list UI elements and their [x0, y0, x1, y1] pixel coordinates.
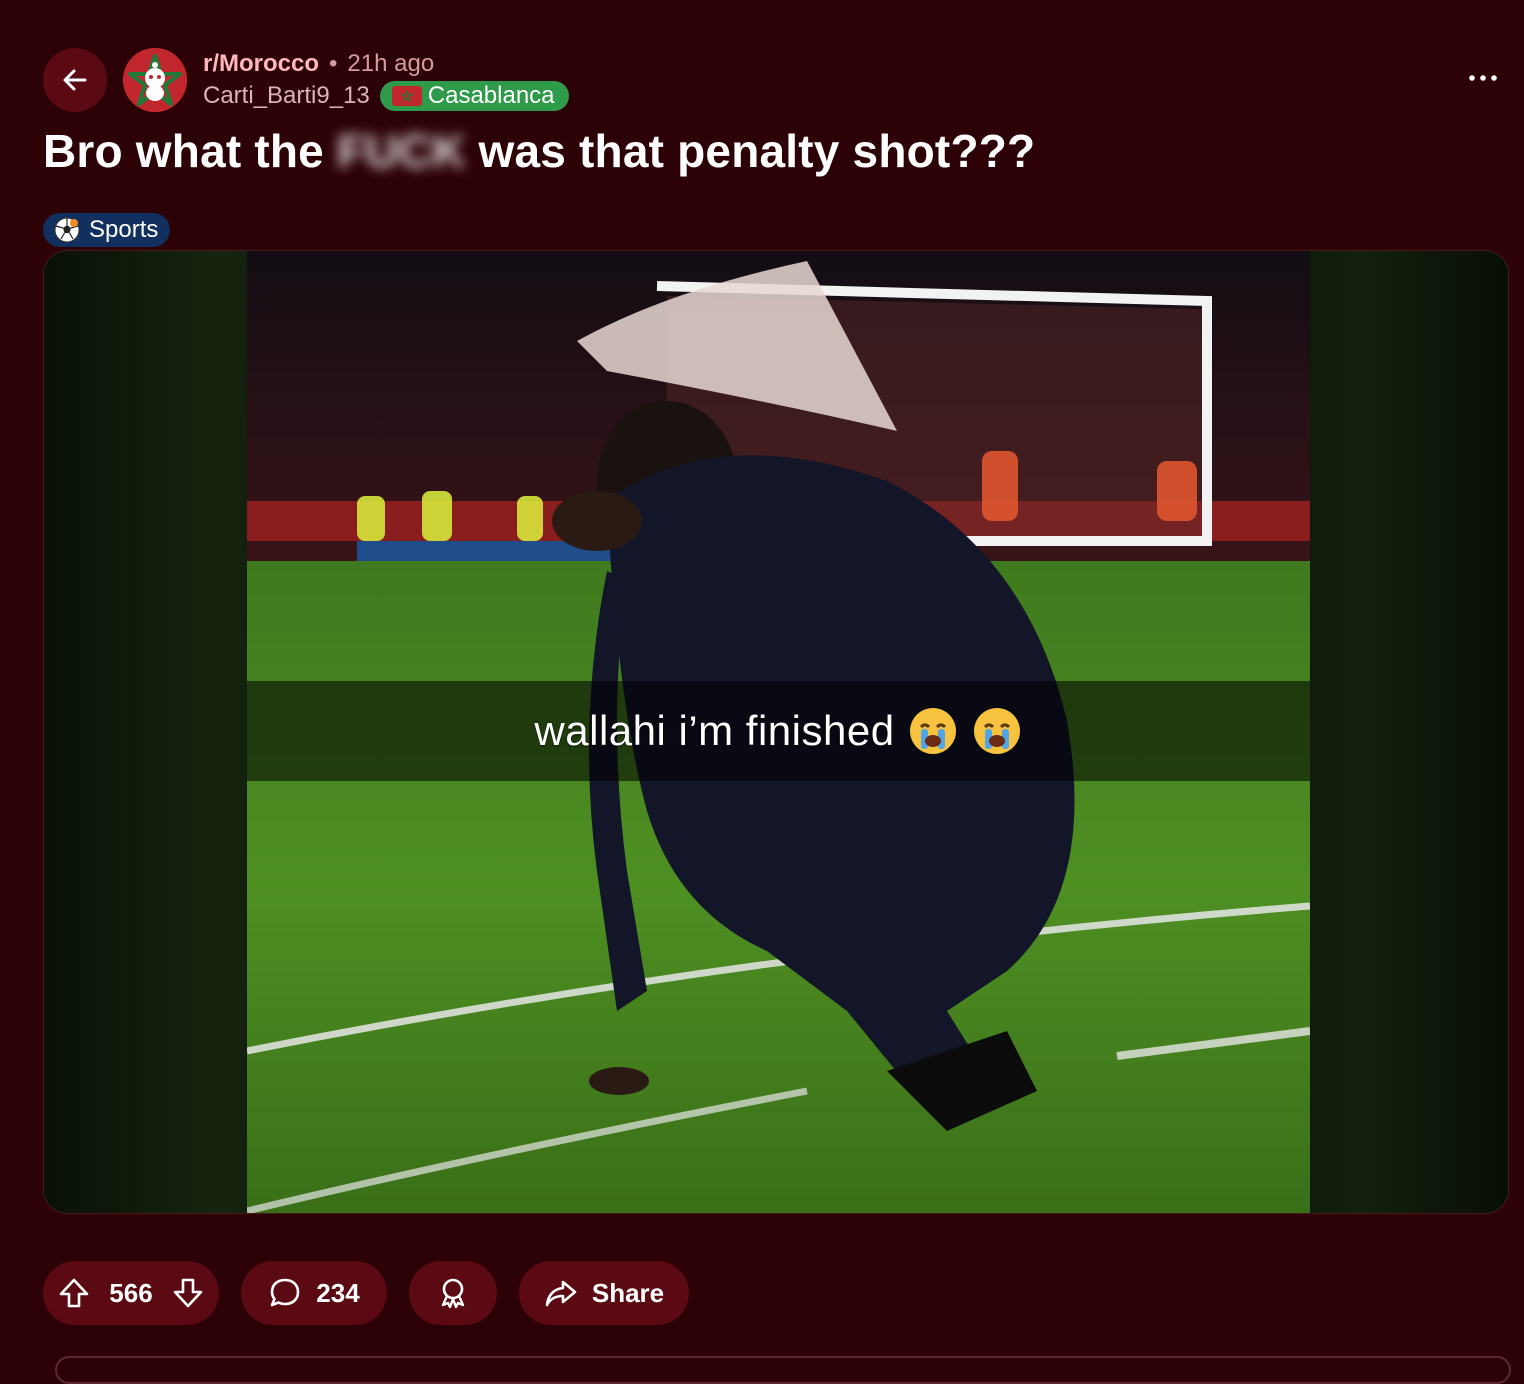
meta-separator: • [329, 50, 338, 77]
crying-face-icon-2 [973, 708, 1020, 754]
title-start: Bro what the [43, 125, 324, 177]
comments-button[interactable]: 234 [241, 1261, 387, 1325]
arrow-down-icon [173, 1278, 203, 1308]
user-flair: Casablanca [379, 81, 569, 111]
image-caption: wallahi i’m finished [534, 707, 895, 754]
vote-count: 566 [109, 1277, 153, 1308]
post-header: r/Morocco • 21h ago Carti_Barti9_13 Casa… [43, 46, 1503, 116]
downvote-button[interactable] [171, 1276, 205, 1310]
subreddit-link[interactable]: r/Morocco [203, 50, 319, 78]
post-meta-bottom: Carti_Barti9_13 Casablanca [203, 81, 569, 111]
post-flair-label: Sports [89, 216, 159, 243]
comment-box-edge[interactable] [55, 1356, 1511, 1384]
post-meta-top: r/Morocco • 21h ago [203, 50, 434, 78]
award-button[interactable] [409, 1261, 497, 1325]
post-title[interactable]: Bro what the FUCK was that penalty shot?… [43, 123, 1035, 179]
title-censored-word: FUCK [336, 125, 466, 177]
subreddit-avatar[interactable] [123, 48, 187, 112]
ellipsis-icon [1469, 75, 1497, 81]
arrow-left-icon [63, 69, 87, 91]
vote-controls: 566 [43, 1261, 219, 1325]
speech-bubble-icon [270, 1278, 300, 1307]
comment-count: 234 [316, 1277, 360, 1308]
share-arrow-icon [545, 1280, 577, 1307]
morocco-flag-icon [391, 86, 422, 106]
post-time: 21h ago [347, 50, 435, 77]
share-label: Share [591, 1277, 665, 1308]
image-caption-band: wallahi i’m finished [247, 681, 1310, 781]
user-flair-label: Casablanca [427, 82, 555, 109]
morocco-star-icon [123, 48, 187, 112]
title-end: was that penalty shot??? [478, 125, 1036, 177]
crying-face-icon [909, 708, 956, 754]
author-link[interactable]: Carti_Barti9_13 [203, 82, 370, 110]
arrow-up-icon [59, 1278, 89, 1308]
post-media[interactable]: wallahi i’m finished [43, 250, 1509, 1214]
upvote-button[interactable] [57, 1276, 91, 1310]
back-button[interactable] [43, 48, 107, 112]
post-flair[interactable]: Sports [43, 213, 171, 247]
soccer-ball-icon [54, 217, 80, 243]
more-options-button[interactable] [1463, 58, 1503, 98]
post-actions: 566 234 Share [43, 1261, 689, 1325]
share-button[interactable]: Share [519, 1261, 689, 1325]
award-icon [441, 1278, 465, 1309]
